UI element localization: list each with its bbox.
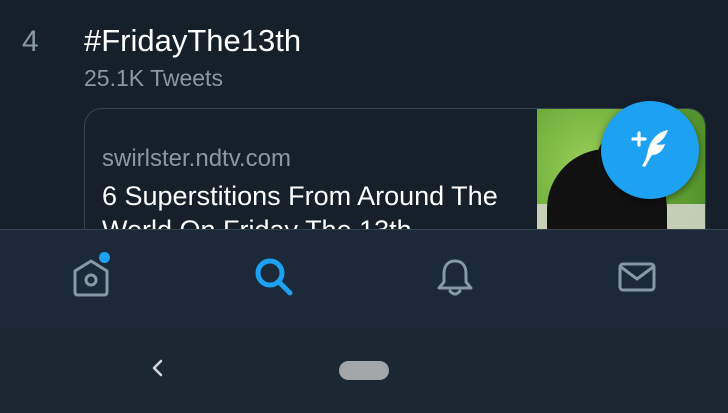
- trend-rank: 4: [22, 25, 39, 58]
- system-back-button[interactable]: [140, 352, 176, 388]
- notification-dot: [99, 252, 110, 263]
- mail-icon: [616, 256, 658, 303]
- twitter-explore-screen: 4 #FridayThe13th 25.1K Tweets swirlster.…: [0, 0, 728, 413]
- search-icon: [253, 256, 295, 303]
- system-home-pill[interactable]: [339, 361, 389, 380]
- card-title: 6 Superstitions From Around The World On…: [102, 181, 498, 230]
- tab-notifications[interactable]: [405, 230, 505, 328]
- compose-tweet-icon: [624, 122, 676, 179]
- back-chevron-icon: [147, 357, 169, 384]
- bottom-tab-bar: [0, 229, 728, 328]
- tab-home[interactable]: [41, 230, 141, 328]
- system-navigation-bar: [0, 328, 728, 413]
- tab-messages[interactable]: [587, 230, 687, 328]
- trend-tweet-count: 25.1K Tweets: [84, 65, 223, 91]
- card-domain: swirlster.ndtv.com: [102, 145, 291, 172]
- bell-icon: [434, 256, 476, 303]
- compose-tweet-button[interactable]: [601, 101, 699, 199]
- trend-hashtag[interactable]: #FridayThe13th: [84, 22, 301, 60]
- tab-search[interactable]: [224, 230, 324, 328]
